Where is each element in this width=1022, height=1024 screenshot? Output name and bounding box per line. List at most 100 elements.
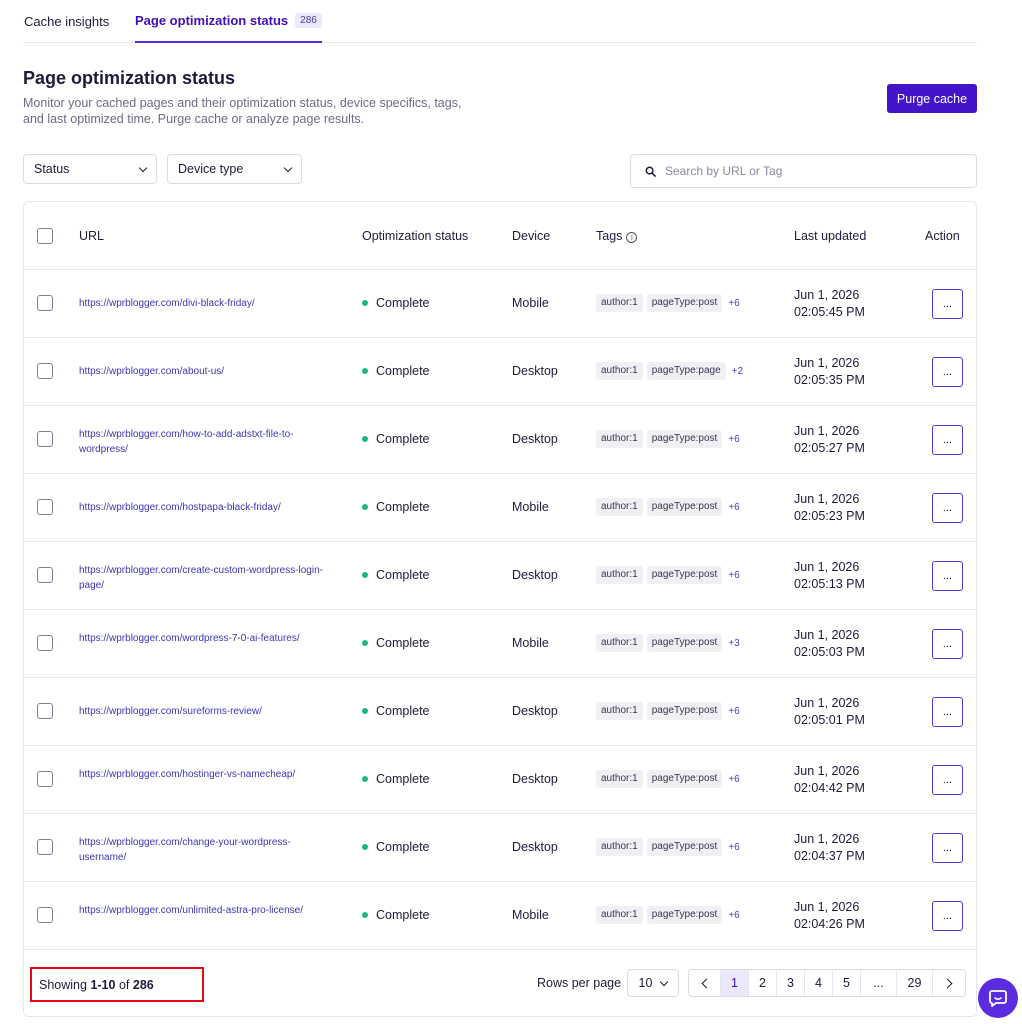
search-input[interactable]	[665, 164, 965, 178]
tag-chip: pageType:post	[646, 294, 723, 312]
chevron-left-icon	[701, 978, 711, 988]
more-tags-link[interactable]: +6	[728, 910, 739, 921]
previous-page-button[interactable]	[689, 970, 721, 996]
rows-per-page-select[interactable]: 10	[627, 969, 679, 997]
next-page-button[interactable]	[933, 970, 965, 996]
tag-chip: pageType:post	[646, 838, 723, 856]
row-action-menu-button[interactable]: ...	[932, 561, 963, 591]
status-filter-dropdown[interactable]: Status	[23, 154, 157, 184]
last-updated-date: Jun 1, 2026	[794, 356, 860, 370]
row-action-menu-button[interactable]: ...	[932, 833, 963, 863]
row-checkbox[interactable]	[37, 567, 53, 583]
purge-cache-button[interactable]: Purge cache	[887, 84, 977, 113]
tags-cell: author:1 pageType:post +6	[596, 838, 740, 856]
tag-chip: author:1	[596, 430, 643, 448]
last-updated-date: Jun 1, 2026	[794, 832, 860, 846]
row-checkbox[interactable]	[37, 771, 53, 787]
tab-bar: Cache insights Page optimization status …	[23, 0, 977, 43]
more-tags-link[interactable]: +6	[728, 570, 739, 581]
more-tags-link[interactable]: +6	[728, 706, 739, 717]
row-action-menu-button[interactable]: ...	[932, 629, 963, 659]
page-url-link[interactable]: https://wprblogger.com/hostpapa-black-fr…	[79, 500, 334, 515]
tag-chip: author:1	[596, 702, 643, 720]
status-dot-icon	[362, 368, 368, 374]
more-tags-link[interactable]: +6	[728, 298, 739, 309]
row-checkbox[interactable]	[37, 363, 53, 379]
row-action-menu-button[interactable]: ...	[932, 289, 963, 319]
more-tags-link[interactable]: +2	[732, 366, 743, 377]
status-dot-icon	[362, 504, 368, 510]
more-tags-link[interactable]: +6	[728, 774, 739, 785]
page-button-4[interactable]: 4	[805, 970, 833, 996]
tab-page-optimization-status[interactable]: Page optimization status 286	[135, 0, 322, 43]
table-row: https://wprblogger.com/create-custom-wor…	[24, 542, 976, 610]
optimization-status: Complete	[362, 432, 430, 446]
device-cell: Desktop	[512, 364, 558, 378]
device-cell: Mobile	[512, 636, 549, 650]
tags-cell: author:1 pageType:post +6	[596, 498, 740, 516]
row-action-menu-button[interactable]: ...	[932, 765, 963, 795]
more-tags-link[interactable]: +6	[728, 434, 739, 445]
page-url-link[interactable]: https://wprblogger.com/hostinger-vs-name…	[79, 767, 334, 782]
page-url-link[interactable]: https://wprblogger.com/change-your-wordp…	[79, 835, 334, 865]
chat-support-button[interactable]	[978, 978, 1018, 1018]
table-row: https://wprblogger.com/divi-black-friday…	[24, 270, 976, 338]
more-tags-link[interactable]: +6	[728, 842, 739, 853]
page-url-link[interactable]: https://wprblogger.com/unlimited-astra-p…	[79, 903, 334, 918]
device-type-filter-dropdown[interactable]: Device type	[167, 154, 302, 184]
row-checkbox[interactable]	[37, 703, 53, 719]
chevron-down-icon	[283, 163, 293, 172]
device-cell: Mobile	[512, 908, 549, 922]
optimization-status: Complete	[362, 296, 430, 310]
showing-of: of	[118, 977, 130, 992]
search-box[interactable]	[630, 154, 977, 188]
page-url-link[interactable]: https://wprblogger.com/create-custom-wor…	[79, 563, 334, 593]
more-tags-link[interactable]: +6	[728, 502, 739, 513]
page-url-link[interactable]: https://wprblogger.com/wordpress-7-0-ai-…	[79, 631, 334, 646]
tab-cache-insights[interactable]: Cache insights	[24, 0, 109, 43]
device-cell: Desktop	[512, 568, 558, 582]
row-checkbox[interactable]	[37, 907, 53, 923]
tags-cell: author:1 pageType:post +3	[596, 634, 740, 652]
status-text: Complete	[376, 840, 430, 854]
last-updated-date: Jun 1, 2026	[794, 424, 860, 438]
row-checkbox[interactable]	[37, 499, 53, 515]
device-cell: Desktop	[512, 432, 558, 446]
tag-chip: pageType:post	[646, 634, 723, 652]
page-url-link[interactable]: https://wprblogger.com/how-to-add-adstxt…	[79, 427, 334, 457]
rows-per-page-label: Rows per page	[537, 976, 622, 990]
row-action-menu-button[interactable]: ...	[932, 901, 963, 931]
page-button-3[interactable]: 3	[777, 970, 805, 996]
table-row: https://wprblogger.com/change-your-wordp…	[24, 814, 976, 882]
page-button-5[interactable]: 5	[833, 970, 861, 996]
table-row: https://wprblogger.com/wordpress-7-0-ai-…	[24, 610, 976, 678]
table-row: https://wprblogger.com/hostinger-vs-name…	[24, 746, 976, 814]
row-checkbox[interactable]	[37, 839, 53, 855]
tag-chip: author:1	[596, 906, 643, 924]
page-button-29[interactable]: 29	[897, 970, 933, 996]
row-action-menu-button[interactable]: ...	[932, 357, 963, 387]
row-action-menu-button[interactable]: ...	[932, 493, 963, 523]
tags-cell: author:1 pageType:post +6	[596, 294, 740, 312]
page-url-link[interactable]: https://wprblogger.com/divi-black-friday…	[79, 296, 334, 311]
more-tags-link[interactable]: +3	[728, 638, 739, 649]
row-checkbox[interactable]	[37, 295, 53, 311]
row-action-menu-button[interactable]: ...	[932, 425, 963, 455]
page-button-1[interactable]: 1	[721, 970, 749, 996]
select-all-checkbox[interactable]	[37, 228, 53, 244]
device-cell: Desktop	[512, 704, 558, 718]
tags-cell: author:1 pageType:post +6	[596, 702, 740, 720]
last-updated-date: Jun 1, 2026	[794, 560, 860, 574]
pagination: 1 2 3 4 5... 29	[688, 969, 966, 997]
row-checkbox[interactable]	[37, 431, 53, 447]
last-updated-time: 02:05:01 PM	[794, 713, 865, 727]
page-url-link[interactable]: https://wprblogger.com/about-us/	[79, 364, 334, 379]
info-icon[interactable]: i	[626, 232, 638, 243]
optimization-status: Complete	[362, 840, 430, 854]
row-checkbox[interactable]	[37, 635, 53, 651]
tag-chip: author:1	[596, 566, 643, 584]
page-button-2[interactable]: 2	[749, 970, 777, 996]
page-url-link[interactable]: https://wprblogger.com/sureforms-review/	[79, 704, 334, 719]
row-action-menu-button[interactable]: ...	[932, 697, 963, 727]
last-updated-time: 02:04:42 PM	[794, 781, 865, 795]
